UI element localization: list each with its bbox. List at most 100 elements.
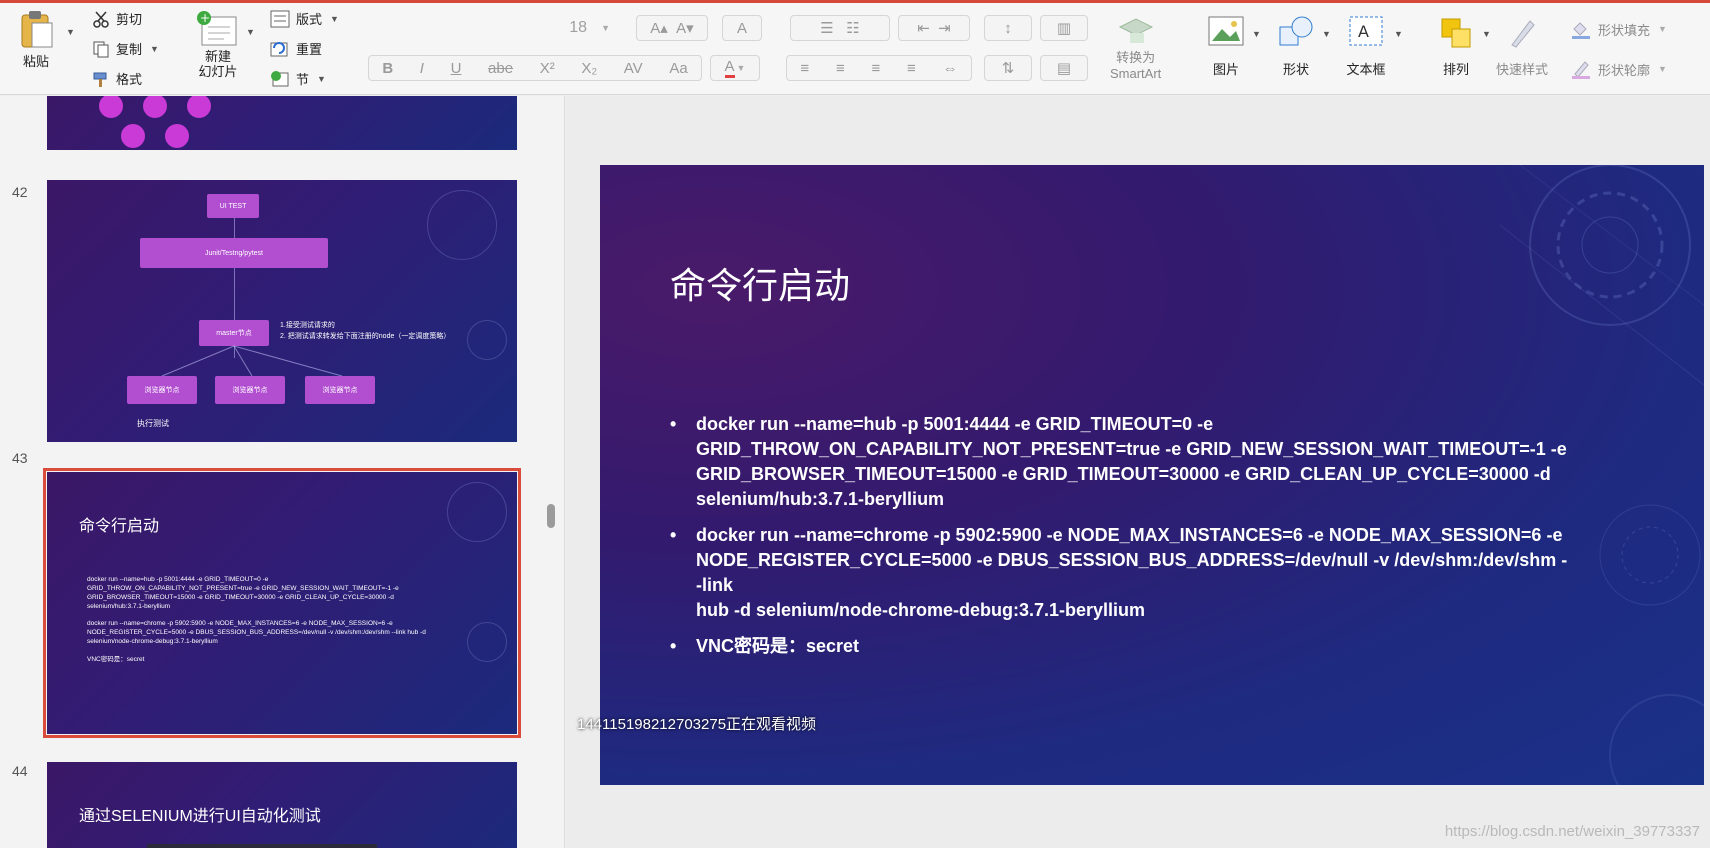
layout-button[interactable]: 版式 ▼ bbox=[270, 9, 339, 28]
align-text-button[interactable]: ▤ bbox=[1040, 55, 1088, 81]
align-group: ≡ ≡ ≡ ≡ ⇔ bbox=[786, 55, 972, 81]
format-painter-button[interactable]: 格式 bbox=[92, 69, 142, 88]
new-slide-dropdown-icon[interactable]: ▼ bbox=[246, 27, 255, 37]
section-dropdown-icon[interactable]: ▼ bbox=[317, 74, 326, 84]
bullet-1-line-1: docker run --name=hub -p 5001:4444 -e GR… bbox=[696, 414, 1214, 434]
distributed-icon[interactable]: ⇔ bbox=[943, 60, 958, 77]
ribbon-toolbar: 粘贴 ▼ 剪切 复制 ▼ 格式 + 新建 幻灯片 ▼ 版式 ▼ 重置 节 ▼ 1… bbox=[0, 3, 1710, 95]
shape-outline-dropdown-icon[interactable]: ▼ bbox=[1658, 64, 1667, 74]
arrange-dropdown-icon[interactable]: ▼ bbox=[1482, 29, 1491, 39]
columns-icon: ▥ bbox=[1056, 20, 1072, 37]
bullet-1-line-4: selenium/hub:3.7.1-beryllium bbox=[696, 489, 945, 509]
font-grow-icon[interactable]: A▴ bbox=[650, 19, 668, 37]
strikethrough-icon[interactable]: abe bbox=[488, 60, 513, 77]
section-icon bbox=[271, 70, 289, 86]
decor-ring bbox=[447, 482, 507, 542]
textbox-dropdown-icon[interactable]: ▼ bbox=[1394, 29, 1403, 39]
bullet-2-line-2: NODE_REGISTER_CYCLE=5000 -e DBUS_SESSION… bbox=[696, 550, 1568, 595]
thumb-44-title: 通过SELENIUM进行UI自动化测试 bbox=[79, 808, 321, 825]
pen-icon bbox=[1572, 61, 1590, 79]
numbered-list-icon[interactable]: ☷ bbox=[846, 19, 859, 37]
decor-dot bbox=[99, 96, 123, 118]
layout-dropdown-icon[interactable]: ▼ bbox=[330, 14, 339, 24]
eraser-icon: A bbox=[736, 19, 747, 37]
clipboard-icon bbox=[21, 11, 53, 48]
slide-thumbnail-44[interactable]: 通过SELENIUM进行UI自动化测试 bbox=[47, 762, 517, 848]
quick-styles-icon bbox=[1511, 20, 1535, 48]
paste-dropdown-icon[interactable]: ▼ bbox=[66, 27, 75, 37]
format-label: 格式 bbox=[116, 72, 143, 87]
blog-watermark: https://blog.csdn.net/weixin_39773337 bbox=[1444, 823, 1700, 840]
slide-thumbnail-42[interactable]: UI TEST Junit/Testng/pytest master节点 1.接… bbox=[47, 180, 517, 442]
quick-styles-label: 快速样式 bbox=[1496, 62, 1549, 77]
line-spacing-button[interactable]: ↕ bbox=[984, 15, 1032, 41]
paste-label: 粘贴 bbox=[22, 54, 49, 69]
bullet-chrome-command[interactable]: docker run --name=chrome -p 5902:5900 -e… bbox=[670, 523, 1570, 623]
panel-scrollbar-thumb[interactable] bbox=[547, 504, 555, 528]
font-size-dropdown-icon[interactable]: ▼ bbox=[601, 23, 610, 33]
bullet-vnc-password[interactable]: VNC密码是：secret bbox=[670, 634, 1570, 659]
browser-node-label: 浏览器节点 bbox=[232, 387, 268, 394]
slide-bullet-list[interactable]: docker run --name=hub -p 5001:4444 -e GR… bbox=[670, 412, 1570, 670]
indent-buttons[interactable]: ⇤ ⇥ bbox=[898, 15, 970, 41]
font-shrink-icon[interactable]: A▾ bbox=[676, 19, 694, 37]
bullet-list-icon[interactable]: ☰ bbox=[820, 19, 833, 37]
cut-button[interactable]: 剪切 bbox=[92, 9, 142, 28]
shape-button[interactable]: 形状 bbox=[1276, 13, 1316, 78]
copy-label: 复制 bbox=[116, 42, 143, 57]
arrange-button[interactable]: 排列 bbox=[1436, 13, 1476, 78]
font-size-field[interactable]: 18 ▼ bbox=[370, 15, 630, 41]
smartart-icon bbox=[1118, 18, 1153, 43]
copy-dropdown-icon[interactable]: ▼ bbox=[150, 44, 159, 54]
copy-button[interactable]: 复制 ▼ bbox=[92, 39, 159, 58]
paste-button[interactable]: 粘贴 bbox=[16, 9, 56, 70]
textbox-button[interactable]: A 文本框 bbox=[1346, 13, 1386, 78]
superscript-icon[interactable]: X² bbox=[540, 60, 555, 77]
shape-fill-dropdown-icon[interactable]: ▼ bbox=[1658, 24, 1667, 34]
shape-fill-button[interactable]: 形状填充 ▼ bbox=[1570, 19, 1667, 39]
thumb-43-bullet-2: docker run --name=chrome -p 5902:5900 -e… bbox=[87, 620, 426, 645]
clear-format-button[interactable]: A bbox=[722, 15, 762, 41]
columns-button[interactable]: ▥ bbox=[1040, 15, 1088, 41]
list-buttons[interactable]: ☰ ☷ bbox=[790, 15, 890, 41]
section-button[interactable]: 节 ▼ bbox=[270, 69, 326, 88]
slide-thumbnail-43[interactable]: 命令行启动 docker run --name=hub -p 5001:4444… bbox=[47, 472, 517, 734]
current-slide-canvas[interactable]: 命令行启动 docker run --name=hub -p 5001:4444… bbox=[600, 165, 1704, 785]
scissors-icon bbox=[93, 11, 109, 28]
picture-button[interactable]: 图片 bbox=[1206, 13, 1246, 78]
slide-thumbnail-panel[interactable]: 42 UI TEST Junit/Testng/pytest master节点 … bbox=[0, 96, 565, 848]
text-style-group: B I U abe X² X₂ AV Aa bbox=[368, 55, 702, 81]
font-color-button[interactable]: A ▼ bbox=[710, 55, 760, 81]
justify-icon[interactable]: ≡ bbox=[907, 60, 916, 77]
decor-dot bbox=[165, 124, 189, 148]
svg-text:+: + bbox=[200, 11, 210, 25]
browser-node-box-1: 浏览器节点 bbox=[127, 376, 197, 404]
subscript-icon[interactable]: X₂ bbox=[581, 60, 597, 77]
bold-icon[interactable]: B bbox=[382, 60, 393, 77]
align-text-icon: ▤ bbox=[1056, 60, 1072, 77]
shape-dropdown-icon[interactable]: ▼ bbox=[1322, 29, 1331, 39]
italic-icon[interactable]: I bbox=[420, 60, 424, 77]
reset-button[interactable]: 重置 bbox=[270, 39, 322, 58]
increase-indent-icon[interactable]: ⇥ bbox=[938, 19, 951, 37]
text-direction-button[interactable]: ⇅ bbox=[984, 55, 1032, 81]
quick-styles-button[interactable]: 快速样式 bbox=[1496, 13, 1548, 78]
shape-outline-button[interactable]: 形状轮廓 ▼ bbox=[1570, 59, 1667, 79]
convert-smartart-button[interactable]: 转换为 SmartArt bbox=[1110, 13, 1161, 81]
align-left-icon[interactable]: ≡ bbox=[800, 60, 809, 77]
slide-title[interactable]: 命令行启动 bbox=[670, 257, 850, 309]
align-right-icon[interactable]: ≡ bbox=[871, 60, 880, 77]
decrease-indent-icon[interactable]: ⇤ bbox=[917, 19, 930, 37]
char-spacing-icon[interactable]: AV bbox=[624, 60, 643, 77]
bullet-hub-command[interactable]: docker run --name=hub -p 5001:4444 -e GR… bbox=[670, 412, 1570, 512]
slide-thumbnail-41[interactable] bbox=[47, 96, 517, 150]
font-grow-shrink-group[interactable]: A▴ A▾ bbox=[636, 15, 708, 41]
align-center-icon[interactable]: ≡ bbox=[836, 60, 845, 77]
picture-icon bbox=[1208, 16, 1244, 46]
change-case-icon[interactable]: Aa bbox=[669, 60, 687, 77]
underline-icon[interactable]: U bbox=[451, 60, 462, 77]
new-slide-button[interactable]: + 新建 幻灯片 bbox=[196, 9, 240, 79]
browser-node-box-3: 浏览器节点 bbox=[305, 376, 375, 404]
cut-label: 剪切 bbox=[116, 12, 143, 27]
picture-dropdown-icon[interactable]: ▼ bbox=[1252, 29, 1261, 39]
